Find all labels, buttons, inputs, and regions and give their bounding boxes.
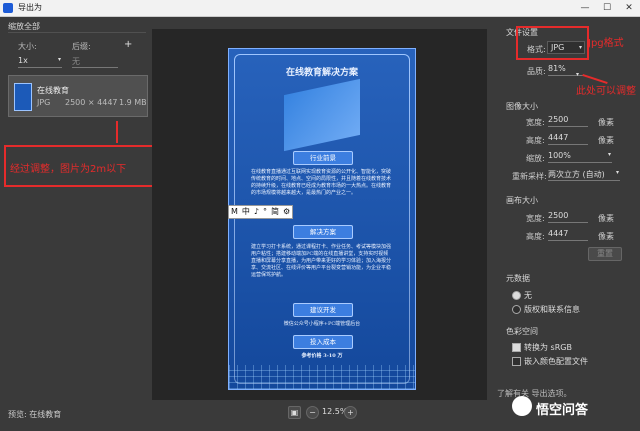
canvas-height-input[interactable]: 4447 [548, 229, 588, 241]
app-icon [3, 3, 13, 13]
chevron-down-icon: ▾ [57, 56, 61, 63]
quality-input[interactable]: 81% [548, 64, 586, 76]
ime-moon-icon[interactable]: ♪ [252, 206, 261, 218]
poster-section-cost: 投入成本 [293, 335, 353, 349]
scale-select[interactable]: 100% ▾ [548, 151, 612, 163]
close-button[interactable]: ✕ [618, 1, 640, 15]
chevron-down-icon: ▾ [607, 151, 611, 158]
scale-label: 缩放: [526, 154, 545, 163]
metadata-title: 元数据 [506, 274, 530, 283]
suffix-column-label: 后缀: [72, 42, 91, 51]
suffix-input[interactable]: 无 [72, 56, 118, 68]
resample-label: 重新采样: [512, 172, 547, 181]
window-title: 导出为 [18, 3, 42, 12]
maximize-button[interactable]: ☐ [596, 1, 618, 15]
scale-all-title: 缩放全部 [8, 22, 40, 31]
watermark-logo-icon [512, 396, 532, 416]
canvas-width-label: 宽度: [526, 214, 545, 223]
format-select[interactable]: JPG ▾ [547, 41, 585, 54]
poster-grid-floor [229, 365, 415, 389]
format-annotation: Jpg格式 [588, 38, 624, 49]
colorspace-title: 色彩空间 [506, 327, 538, 336]
convert-srgb-checkbox[interactable] [512, 343, 521, 352]
annotation-box: 经过调整，图片为2m以下 [4, 145, 158, 187]
poster-paragraph-1: 在线教育直播通过互联网实现教育资源的公开化、智能化，突破传统教育的时间、地点、空… [251, 169, 392, 196]
canvas-width-input[interactable]: 2500 [548, 211, 588, 223]
format-value: JPG [551, 43, 565, 52]
annotation-size-note: 经过调整，图片为2m以下 [10, 164, 127, 175]
poster-title: 在线教育解决方案 [285, 68, 358, 78]
poster-section-develop: 建议开发 [293, 303, 353, 317]
size-select[interactable]: 1x ▾ [18, 56, 62, 68]
annotation-line [116, 121, 118, 143]
embed-profile-checkbox[interactable] [512, 357, 521, 366]
quality-label: 品质: [527, 67, 546, 76]
title-bar: 导出为 — ☐ ✕ [0, 0, 640, 17]
zoom-out-button[interactable]: − [306, 406, 319, 419]
preview-label: 预览: 在线教育 [8, 410, 62, 419]
file-dimensions: 2500 × 4447 [65, 98, 118, 107]
file-thumbnail [14, 83, 32, 111]
canvas-width-unit: 像素 [598, 214, 614, 223]
watermark-text: 悟空问答 [536, 403, 589, 418]
chevron-down-icon[interactable]: ▾ [576, 71, 579, 78]
canvas-height-unit: 像素 [598, 232, 614, 241]
ime-toolbar[interactable]: M 中 ♪ ° 简 ⚙ [228, 205, 294, 219]
canvas-size-title: 画布大小 [506, 196, 538, 205]
height-input[interactable]: 4447 [548, 133, 588, 145]
poster-preview: 在线教育解决方案 行业前景 在线教育直播通过互联网实现教育资源的公开化、智能化，… [228, 48, 416, 390]
embed-profile-label: 嵌入颜色配置文件 [524, 357, 588, 366]
ime-mode-icon[interactable]: M [229, 206, 240, 218]
ime-chinese-button[interactable]: 中 [240, 206, 252, 218]
meta-none-radio[interactable] [512, 291, 521, 300]
resample-value: 两次立方 (自动) [548, 170, 605, 179]
convert-srgb-label: 转换为 sRGB [524, 343, 572, 352]
size-column-label: 大小: [18, 42, 37, 51]
reset-button[interactable]: 重置 [588, 247, 622, 261]
file-size: 1.9 MB [119, 98, 147, 107]
width-label: 宽度: [526, 118, 545, 127]
ime-settings-icon[interactable]: ⚙ [281, 206, 292, 218]
learn-more-link[interactable]: 了解有关 导出选项。 [497, 388, 572, 399]
poster-section-solution: 解决方案 [293, 225, 353, 239]
file-format: JPG [37, 98, 51, 107]
width-unit: 像素 [598, 118, 614, 127]
fit-view-icon[interactable]: ▣ [288, 406, 301, 419]
quality-annotation: 此处可以调整 [576, 86, 636, 97]
ime-simplified-button[interactable]: 简 [269, 206, 281, 218]
height-label: 高度: [526, 136, 545, 145]
height-unit: 像素 [598, 136, 614, 145]
resample-select[interactable]: 两次立方 (自动) ▾ [548, 169, 620, 181]
meta-copyright-radio[interactable] [512, 305, 521, 314]
width-input[interactable]: 2500 [548, 115, 588, 127]
chevron-down-icon: ▾ [615, 169, 619, 176]
poster-section-industry: 行业前景 [293, 151, 353, 165]
poster-paragraph-2: 建立学习打卡系统，通过课程打卡、作业任务、考试等模块加强用户粘性；搭建移动端加P… [251, 244, 392, 278]
zoom-in-button[interactable]: + [344, 406, 357, 419]
scale-value: 100% [548, 151, 571, 160]
file-name: 在线教育 [37, 86, 69, 95]
add-scale-button[interactable]: + [124, 39, 132, 50]
meta-none-label: 无 [524, 291, 532, 300]
divider [8, 32, 146, 33]
image-size-title: 图像大小 [506, 102, 538, 111]
chevron-down-icon: ▾ [578, 44, 582, 51]
format-label: 格式: [527, 45, 546, 54]
file-list-item[interactable]: 在线教育 JPG 2500 × 4447 1.9 MB [8, 75, 148, 117]
canvas-height-label: 高度: [526, 232, 545, 241]
minimize-button[interactable]: — [574, 1, 596, 15]
ime-punctuation-icon[interactable]: ° [261, 206, 269, 218]
size-value: 1x [18, 56, 28, 65]
poster-paragraph-4: 参考价格 3-10 万 [301, 353, 343, 359]
poster-paragraph-3: 微信公众号小程序+PC端管理后台 [283, 321, 361, 327]
quality-value: 81% [548, 64, 566, 73]
meta-copyright-label: 版权和联系信息 [524, 305, 580, 314]
